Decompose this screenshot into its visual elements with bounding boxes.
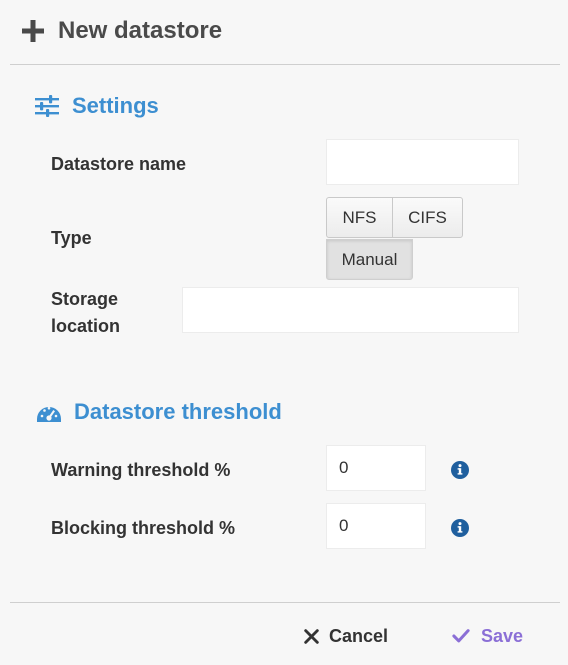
datastore-name-label: Datastore name [51, 154, 187, 174]
storage-location-input[interactable] [182, 287, 519, 333]
settings-section-title: Settings [72, 93, 159, 118]
cancel-button[interactable]: Cancel [304, 622, 388, 650]
cancel-button-label: Cancel [329, 625, 389, 646]
close-icon [304, 628, 319, 644]
settings-section-header: Settings [34, 91, 159, 121]
threshold-section-header: Datastore threshold [36, 397, 282, 427]
datastore-name-input[interactable] [326, 139, 519, 185]
warning-threshold-label: Warning threshold % [51, 460, 231, 480]
save-button-label: Save [481, 625, 524, 646]
threshold-section-title: Datastore threshold [74, 399, 282, 424]
plus-icon [22, 20, 44, 42]
save-button[interactable]: Save [451, 622, 523, 650]
new-datastore-dialog: New datastore Settings Datastore name Ty… [0, 0, 568, 665]
storage-location-label-line1: Storage [51, 289, 119, 309]
type-nfs-button[interactable]: NFS [326, 197, 393, 238]
type-label: Type [51, 228, 92, 248]
dialog-title: New datastore [58, 17, 223, 44]
header-divider [10, 64, 560, 65]
storage-location-label-line2: location [51, 316, 121, 336]
info-icon[interactable] [451, 461, 469, 479]
info-icon[interactable] [451, 519, 469, 537]
type-manual-button[interactable]: Manual [326, 239, 413, 280]
dialog-header: New datastore [0, 0, 568, 64]
sliders-icon [35, 95, 59, 117]
blocking-threshold-input[interactable] [326, 503, 426, 549]
check-icon [452, 629, 470, 643]
blocking-threshold-label: Blocking threshold % [51, 518, 236, 538]
type-cifs-button[interactable]: CIFS [392, 197, 463, 238]
warning-threshold-input[interactable] [326, 445, 426, 491]
gauge-icon [37, 406, 61, 422]
storage-location-label: Storage location [51, 286, 120, 340]
footer-divider [10, 602, 560, 603]
